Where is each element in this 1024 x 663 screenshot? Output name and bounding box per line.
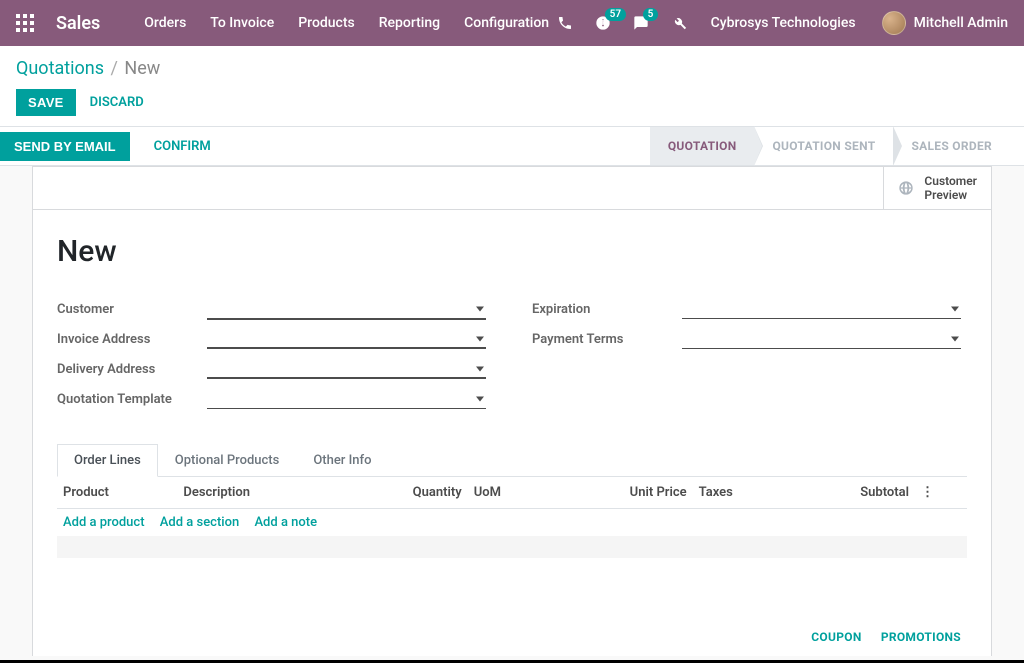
- form-grid: Customer Invoice Address Delivery Addres…: [57, 295, 967, 415]
- col-quantity[interactable]: Quantity: [341, 477, 468, 509]
- field-quotation-template[interactable]: [207, 389, 492, 409]
- breadcrumb-root[interactable]: Quotations: [16, 58, 104, 79]
- col-subtotal[interactable]: Subtotal: [789, 477, 915, 509]
- user-menu[interactable]: Mitchell Admin: [882, 11, 1008, 35]
- coupon-button[interactable]: COUPON: [811, 630, 861, 644]
- field-expiration[interactable]: [682, 299, 967, 319]
- button-bar: SAVE DISCARD: [0, 85, 1024, 126]
- sheet-scroll[interactable]: Customer Preview New Customer Invoice Ad…: [0, 166, 1024, 656]
- company-switcher[interactable]: Cybrosys Technologies: [711, 15, 856, 31]
- label-quotation-template: Quotation Template: [57, 392, 207, 407]
- phone-icon[interactable]: [557, 15, 573, 31]
- sheet-header: Customer Preview: [33, 167, 991, 210]
- field-payment-terms[interactable]: [682, 329, 967, 349]
- label-delivery-address: Delivery Address: [57, 362, 207, 377]
- stage-quotation-sent[interactable]: QUOTATION SENT: [754, 127, 893, 165]
- preview-label-1: Customer: [924, 174, 977, 188]
- col-kebab-icon[interactable]: ⋮: [915, 477, 967, 509]
- stage-sales-order[interactable]: SALES ORDER: [893, 127, 1010, 165]
- breadcrumb: Quotations / New: [16, 58, 1008, 79]
- breadcrumb-current: New: [124, 58, 160, 79]
- activity-count: 57: [605, 8, 626, 21]
- nav-to-invoice[interactable]: To Invoice: [210, 15, 274, 31]
- stage-quotation[interactable]: QUOTATION: [650, 127, 755, 165]
- discard-button[interactable]: DISCARD: [90, 95, 144, 110]
- apps-icon[interactable]: [16, 14, 34, 32]
- col-taxes[interactable]: Taxes: [693, 477, 789, 509]
- add-note-link[interactable]: Add a note: [254, 515, 317, 530]
- promotions-button[interactable]: PROMOTIONS: [881, 630, 961, 644]
- footer-links: COUPON PROMOTIONS: [57, 618, 967, 649]
- tab-order-lines[interactable]: Order Lines: [57, 444, 158, 477]
- field-invoice-address[interactable]: [207, 329, 492, 349]
- label-customer: Customer: [57, 302, 207, 317]
- form-left-col: Customer Invoice Address Delivery Addres…: [57, 295, 492, 415]
- send-by-email-button[interactable]: SEND BY EMAIL: [0, 132, 130, 161]
- label-payment-terms: Payment Terms: [532, 332, 682, 347]
- systray: 57 5: [557, 15, 687, 31]
- empty-row: [57, 536, 967, 558]
- tab-optional-products[interactable]: Optional Products: [158, 444, 297, 477]
- tabs: Order Lines Optional Products Other Info: [57, 443, 967, 477]
- nav-products[interactable]: Products: [298, 15, 355, 31]
- confirm-button[interactable]: CONFIRM: [154, 139, 211, 154]
- form-sheet: Customer Preview New Customer Invoice Ad…: [32, 166, 992, 656]
- avatar: [882, 11, 906, 35]
- col-description[interactable]: Description: [177, 477, 341, 509]
- nav-orders[interactable]: Orders: [144, 15, 186, 31]
- save-button[interactable]: SAVE: [16, 89, 76, 116]
- field-delivery-address[interactable]: [207, 359, 492, 379]
- label-invoice-address: Invoice Address: [57, 332, 207, 347]
- status-row: SEND BY EMAIL CONFIRM QUOTATION QUOTATIO…: [0, 126, 1024, 166]
- breadcrumb-bar: Quotations / New: [0, 46, 1024, 85]
- tab-other-info[interactable]: Other Info: [296, 444, 388, 477]
- label-expiration: Expiration: [532, 302, 682, 317]
- activity-icon[interactable]: 57: [595, 15, 611, 31]
- add-section-link[interactable]: Add a section: [160, 515, 239, 530]
- nav-configuration[interactable]: Configuration: [464, 15, 549, 31]
- customer-preview-button[interactable]: Customer Preview: [883, 167, 991, 209]
- col-uom[interactable]: UoM: [468, 477, 550, 509]
- field-customer[interactable]: [207, 298, 492, 320]
- form-right-col: Expiration Payment Terms: [532, 295, 967, 415]
- app-brand[interactable]: Sales: [56, 13, 100, 34]
- add-product-link[interactable]: Add a product: [63, 515, 145, 530]
- nav-links: Orders To Invoice Products Reporting Con…: [144, 15, 549, 31]
- col-product[interactable]: Product: [57, 477, 177, 509]
- user-name: Mitchell Admin: [914, 15, 1008, 31]
- statusbar: QUOTATION QUOTATION SENT SALES ORDER: [650, 127, 1024, 165]
- preview-label-2: Preview: [924, 188, 977, 202]
- tools-icon[interactable]: [671, 15, 687, 31]
- order-lines-table: Product Description Quantity UoM Unit Pr…: [57, 477, 967, 618]
- col-unit-price[interactable]: Unit Price: [549, 477, 692, 509]
- spacer-row: [57, 558, 967, 618]
- discuss-count: 5: [643, 8, 659, 21]
- discuss-icon[interactable]: 5: [633, 15, 649, 31]
- globe-icon: [898, 180, 914, 196]
- breadcrumb-sep: /: [110, 58, 117, 79]
- page-title: New: [57, 234, 967, 269]
- nav-reporting[interactable]: Reporting: [379, 15, 440, 31]
- topbar: Sales Orders To Invoice Products Reporti…: [0, 0, 1024, 46]
